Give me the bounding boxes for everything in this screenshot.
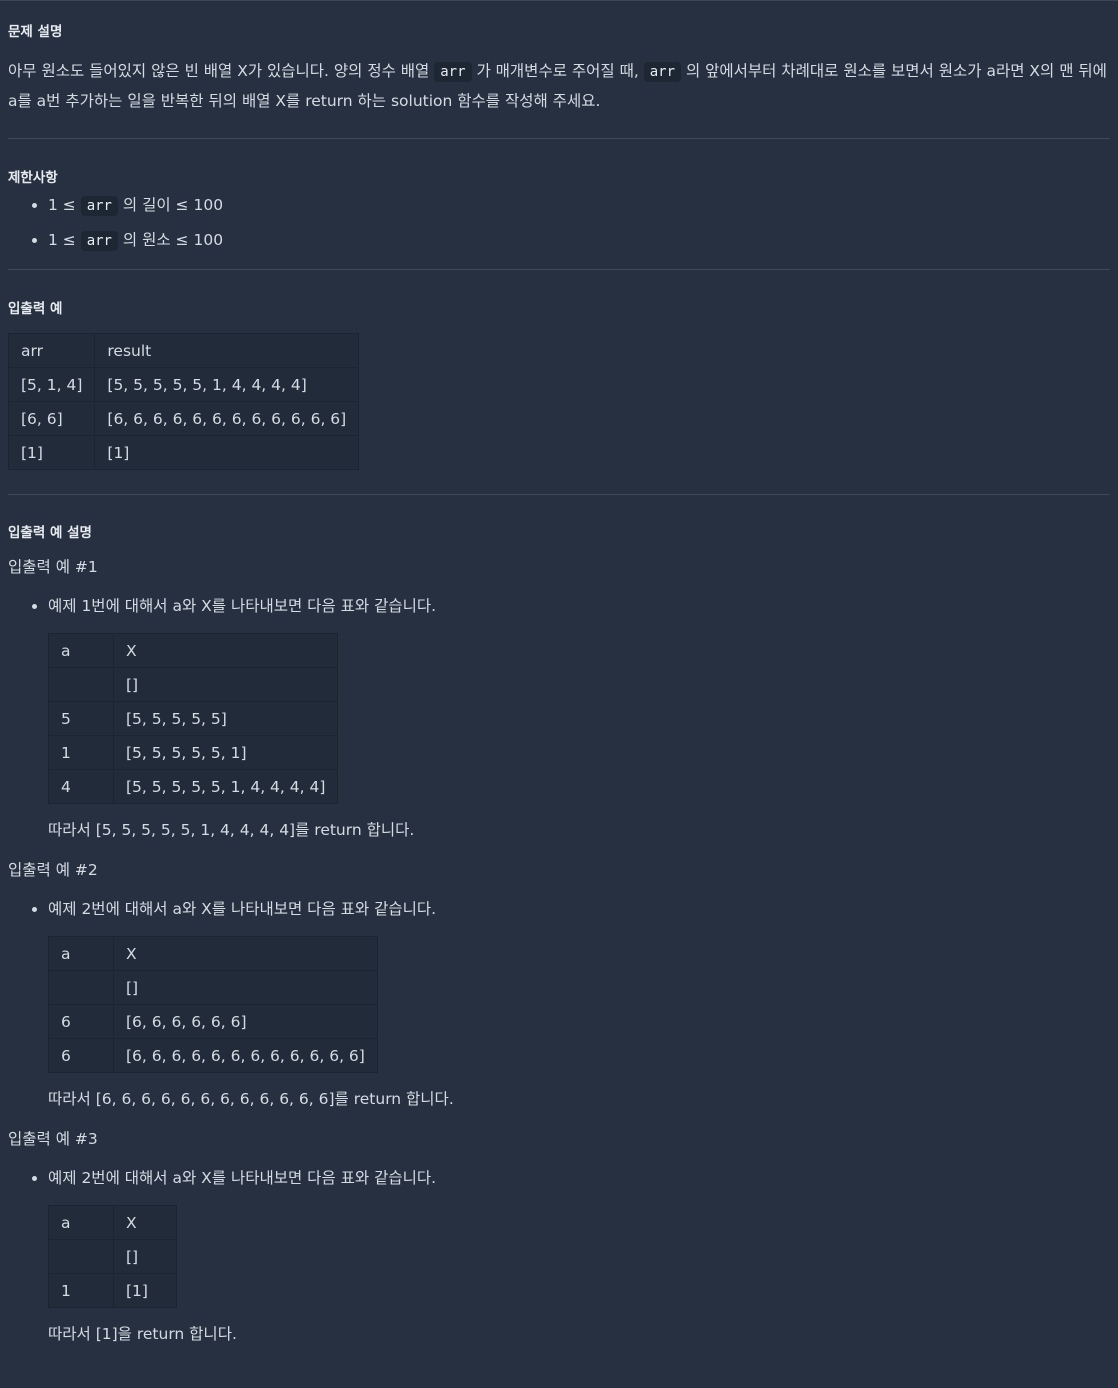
example-conclusion: 따라서 [5, 5, 5, 5, 5, 1, 4, 4, 4, 4]를 retu… — [48, 821, 415, 839]
table-header: X — [112, 633, 339, 668]
example-bullets: 예제 1번에 대해서 a와 X를 나타내보면 다음 표와 같습니다. — [8, 589, 1110, 623]
example-block: a X [] 1 [1] 따라서 [1]을 return 합니다. — [8, 1205, 1110, 1345]
table-row: 6 [6, 6, 6, 6, 6, 6] — [48, 1004, 378, 1039]
table-header-row: arr result — [7, 333, 360, 368]
table-row: 5 [5, 5, 5, 5, 5] — [48, 701, 339, 736]
code-arr: arr — [80, 196, 118, 216]
table-row: 1 [1] — [48, 1273, 177, 1308]
table-cell: 5 — [48, 701, 114, 736]
example-title: 입출력 예 #1 — [8, 558, 98, 576]
table-cell: [1] — [113, 1273, 177, 1308]
example-bullet: 예제 2번에 대해서 a와 X를 나타내보면 다음 표와 같습니다. — [48, 892, 1110, 926]
table-header: X — [113, 1205, 177, 1240]
table-cell: [] — [112, 667, 339, 702]
constraint-item: 1 ≤ arr 의 원소 ≤ 100 — [48, 223, 1110, 258]
description-part2: 가 매개변수로 주어질 때, — [471, 62, 644, 80]
example-bullets: 예제 2번에 대해서 a와 X를 나타내보면 다음 표와 같습니다. — [8, 1161, 1110, 1195]
example-block: a X [] 6 [6, 6, 6, 6, 6, 6] 6 [6, 6, 6, 6,… — [8, 936, 1110, 1110]
table-cell: 1 — [48, 1273, 114, 1308]
table-cell: [5, 5, 5, 5, 5, 1, 4, 4, 4, 4] — [94, 367, 360, 402]
io-table: arr result [5, 1, 4] [5, 5, 5, 5, 5, 1, … — [7, 333, 360, 470]
table-row: 6 [6, 6, 6, 6, 6, 6, 6, 6, 6, 6, 6, 6] — [48, 1038, 378, 1073]
table-header: arr — [7, 333, 96, 368]
table-row: 4 [5, 5, 5, 5, 5, 1, 4, 4, 4, 4] — [48, 769, 339, 804]
description-part1: 아무 원소도 들어있지 않은 빈 배열 X가 있습니다. 양의 정수 배열 — [8, 62, 435, 80]
constraint-text: 의 길이 ≤ 100 — [118, 196, 224, 214]
table-header-row: a X — [48, 633, 339, 668]
io-title: 입출력 예 — [8, 301, 63, 317]
table-cell: [6, 6, 6, 6, 6, 6] — [113, 1004, 378, 1039]
table-cell — [48, 667, 114, 702]
example-title: 입출력 예 #2 — [8, 861, 98, 879]
divider — [8, 138, 1110, 139]
table-cell: [1] — [7, 435, 96, 470]
example-table: a X [] 6 [6, 6, 6, 6, 6, 6] 6 [6, 6, 6, 6,… — [48, 936, 378, 1073]
description-line1-tail: 의 앞에서부터 차례대로 원소를 보면서 원소가 a라면 X의 맨 뒤에 — [681, 62, 1107, 80]
table-row: [] — [48, 667, 339, 702]
table-header-row: a X — [48, 1205, 177, 1240]
explain-title: 입출력 예 설명 — [8, 525, 92, 541]
example-bullet: 예제 1번에 대해서 a와 X를 나타내보면 다음 표와 같습니다. — [48, 589, 1110, 623]
table-row: [] — [48, 1239, 177, 1274]
constraint-text: 1 ≤ — [48, 196, 81, 214]
example-bullet: 예제 2번에 대해서 a와 X를 나타내보면 다음 표와 같습니다. — [48, 1161, 1110, 1195]
constraint-text: 1 ≤ — [48, 231, 81, 249]
divider — [8, 269, 1110, 270]
description-line2: a를 a번 추가하는 일을 반복한 뒤의 배열 X를 return 하는 sol… — [8, 92, 601, 110]
example-title: 입출력 예 #3 — [8, 1130, 98, 1148]
table-cell: [5, 5, 5, 5, 5, 1, 4, 4, 4, 4] — [112, 769, 339, 804]
divider — [8, 494, 1110, 495]
table-cell — [48, 970, 114, 1005]
table-cell: [6, 6] — [7, 401, 96, 436]
table-row: 1 [5, 5, 5, 5, 5, 1] — [48, 735, 339, 770]
table-row: [6, 6] [6, 6, 6, 6, 6, 6, 6, 6, 6, 6, 6,… — [7, 401, 360, 436]
code-arr: arr — [80, 231, 118, 251]
example-conclusion: 따라서 [6, 6, 6, 6, 6, 6, 6, 6, 6, 6, 6, 6]… — [48, 1090, 454, 1108]
constraint-text: 의 원소 ≤ 100 — [118, 231, 224, 249]
table-cell: 4 — [48, 769, 114, 804]
code-arr: arr — [643, 62, 682, 82]
table-cell: [1] — [94, 435, 360, 470]
table-cell: [5, 5, 5, 5, 5] — [112, 701, 339, 736]
table-cell: [5, 1, 4] — [7, 367, 96, 402]
table-header: a — [48, 633, 114, 668]
table-cell: [] — [113, 970, 378, 1005]
constraints-title: 제한사항 — [8, 170, 58, 186]
constraints-list: 1 ≤ arr 의 길이 ≤ 100 1 ≤ arr 의 원소 ≤ 100 — [8, 188, 1110, 258]
example-table: a X [] 1 [1] — [48, 1205, 177, 1308]
table-cell: [6, 6, 6, 6, 6, 6, 6, 6, 6, 6, 6, 6] — [94, 401, 360, 436]
table-cell: 6 — [48, 1004, 114, 1039]
example-conclusion: 따라서 [1]을 return 합니다. — [48, 1325, 237, 1343]
description-title: 문제 설명 — [8, 24, 63, 40]
table-cell: [5, 5, 5, 5, 5, 1] — [112, 735, 339, 770]
table-row: [5, 1, 4] [5, 5, 5, 5, 5, 1, 4, 4, 4, 4] — [7, 367, 360, 402]
table-header-row: a X — [48, 936, 378, 971]
table-header: X — [113, 936, 378, 971]
code-arr: arr — [434, 62, 472, 82]
description-text: 아무 원소도 들어있지 않은 빈 배열 X가 있습니다. 양의 정수 배열 ar… — [8, 57, 1110, 116]
table-cell — [48, 1239, 114, 1274]
example-bullets: 예제 2번에 대해서 a와 X를 나타내보면 다음 표와 같습니다. — [8, 892, 1110, 926]
constraint-item: 1 ≤ arr 의 길이 ≤ 100 — [48, 188, 1110, 223]
table-cell: 6 — [48, 1038, 114, 1073]
table-header: result — [94, 333, 360, 368]
table-header: a — [48, 1205, 114, 1240]
problem-content: 문제 설명 아무 원소도 들어있지 않은 빈 배열 X가 있습니다. 양의 정수… — [0, 1, 1118, 1345]
table-cell: 1 — [48, 735, 114, 770]
table-cell: [6, 6, 6, 6, 6, 6, 6, 6, 6, 6, 6, 6] — [113, 1038, 378, 1073]
table-header: a — [48, 936, 114, 971]
table-row: [] — [48, 970, 378, 1005]
example-table: a X [] 5 [5, 5, 5, 5, 5] 1 [5, 5, 5, 5, 5,… — [48, 633, 339, 804]
table-cell: [] — [113, 1239, 177, 1274]
table-row: [1] [1] — [7, 435, 360, 470]
example-block: a X [] 5 [5, 5, 5, 5, 5] 1 [5, 5, 5, 5, 5,… — [8, 633, 1110, 841]
